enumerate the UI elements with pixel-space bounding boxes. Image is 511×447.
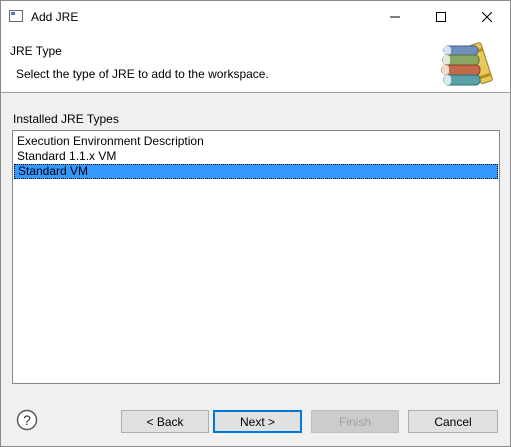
maximize-button[interactable] [418, 1, 464, 32]
next-button[interactable]: Next > [213, 410, 302, 433]
window-title: Add JRE [31, 10, 79, 24]
close-icon [482, 11, 492, 22]
wizard-page-title: JRE Type [10, 44, 62, 58]
wizard-page-description: Select the type of JRE to add to the wor… [16, 67, 269, 81]
books-icon [441, 42, 493, 86]
close-button[interactable] [464, 1, 510, 32]
minimize-button[interactable] [372, 1, 418, 32]
jre-types-list[interactable]: Execution Environment Description Standa… [12, 130, 500, 384]
list-item[interactable]: Standard 1.1.x VM [14, 149, 498, 164]
help-icon: ? [16, 409, 38, 431]
minimize-icon [390, 16, 400, 17]
back-button[interactable]: < Back [121, 410, 209, 433]
svg-text:?: ? [23, 412, 31, 428]
add-jre-dialog: Add JRE JRE Type Select the type of JRE … [0, 0, 511, 447]
wizard-header: JRE Type Select the type of JRE to add t… [1, 32, 510, 93]
list-item[interactable]: Execution Environment Description [14, 134, 498, 149]
window-icon [9, 10, 23, 22]
help-button[interactable]: ? [16, 409, 38, 431]
maximize-icon [436, 11, 446, 22]
installed-jre-types-label: Installed JRE Types [13, 112, 119, 126]
list-item-selected[interactable]: Standard VM [14, 164, 498, 179]
finish-button[interactable]: Finish [311, 410, 399, 433]
title-bar[interactable]: Add JRE [1, 1, 510, 32]
cancel-button[interactable]: Cancel [408, 410, 498, 433]
